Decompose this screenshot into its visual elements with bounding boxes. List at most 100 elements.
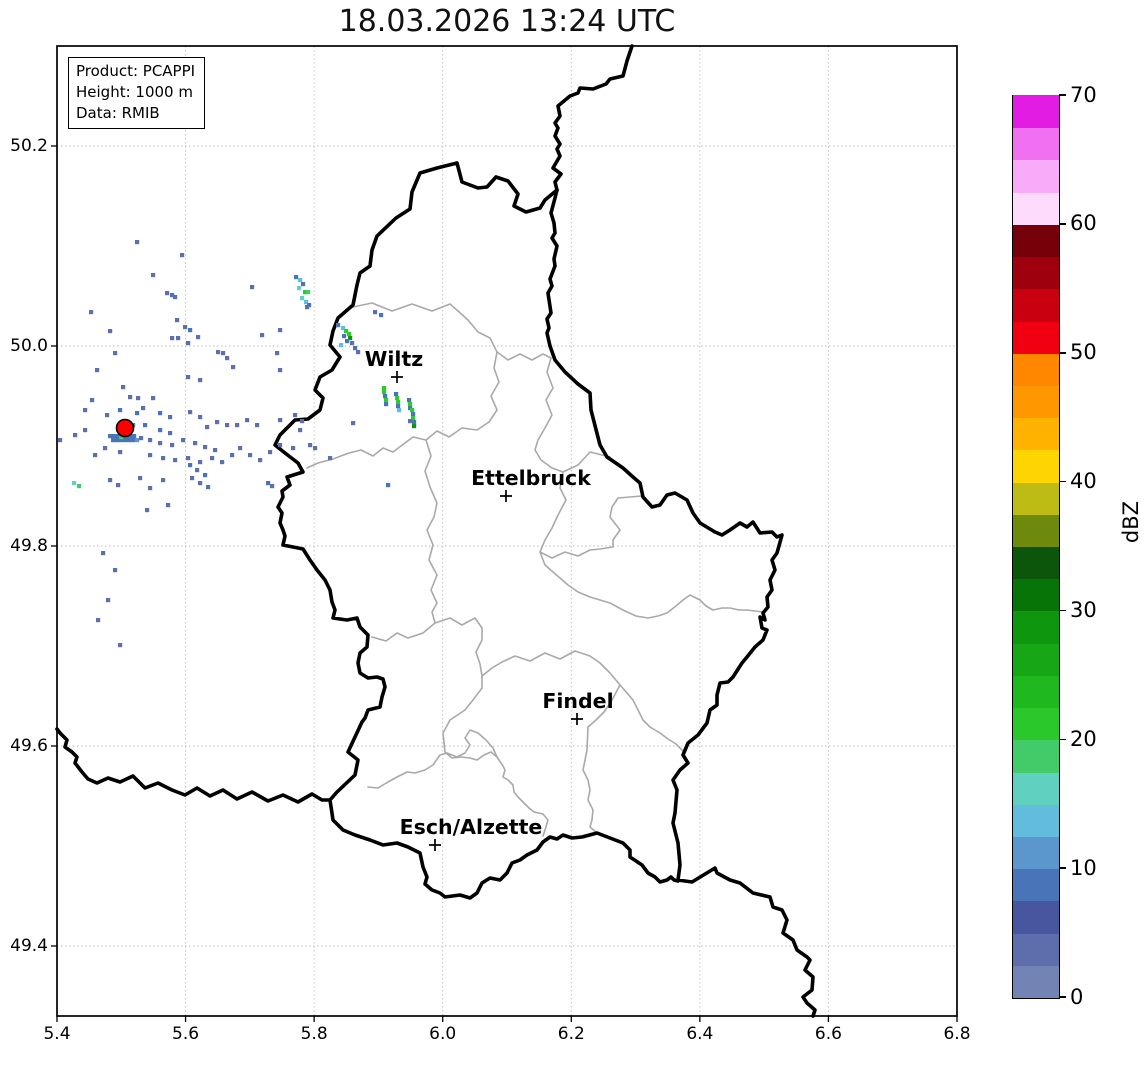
radar-echo-pixel [188, 463, 193, 468]
radar-echo-pixel [198, 378, 203, 383]
district-border [371, 439, 438, 642]
radar-echo-pixel [221, 351, 226, 356]
radar-echo-pixel [136, 396, 141, 401]
colorbar-band [1013, 385, 1059, 419]
x-tick-label: 5.8 [300, 1024, 328, 1044]
radar-echo-pixel [394, 392, 399, 397]
colorbar-band [1013, 707, 1059, 741]
radar-echo-pixel [108, 329, 113, 334]
radar-echo-pixel [186, 375, 191, 380]
radar-echo-pixel [168, 415, 173, 420]
radar-echo-pixel [115, 438, 120, 443]
radar-echo-pixel [382, 390, 387, 395]
colorbar-band [1013, 610, 1059, 644]
radar-echo-pixel [397, 408, 402, 413]
radar-echo-pixel [379, 313, 384, 318]
radar-echo-pixel [275, 351, 280, 356]
radar-echo-pixel [108, 434, 113, 439]
radar-echo-pixel [116, 483, 121, 488]
radar-echo-pixel [83, 428, 88, 433]
radar-echo-pixel [118, 408, 123, 413]
radar-echo-pixel [216, 350, 221, 355]
radar-echo-pixel [143, 423, 148, 428]
x-tick-label: 6.8 [943, 1024, 971, 1044]
data-source-line: Data: RMIB [76, 104, 160, 122]
colorbar-band [1013, 836, 1059, 870]
radar-echo-pixel [298, 428, 303, 433]
radar-echo-pixel [183, 325, 188, 330]
radar-echo-pixel [95, 368, 100, 373]
radar-echo-pixel [175, 318, 180, 323]
radar-echo-pixel [291, 446, 296, 451]
radar-echo-pixel [188, 328, 193, 333]
y-tick-label: 49.8 [10, 536, 48, 556]
city-cross-marker [500, 490, 512, 502]
radar-echo-pixel [225, 356, 230, 361]
radar-echo-pixel [384, 402, 389, 407]
country-border [55, 727, 332, 804]
district-border [442, 687, 549, 837]
radar-echo-pixel [148, 453, 153, 458]
radar-echo-pixel [206, 485, 211, 490]
colorbar-band [1013, 675, 1059, 709]
radar-echo-pixel [165, 291, 170, 296]
colorbar-tick-label: 20 [1070, 726, 1097, 751]
colorbar-tick-label: 50 [1070, 340, 1097, 365]
radar-echo-pixel [158, 411, 163, 416]
colorbar-band [1013, 320, 1059, 354]
radar-echo-pixel [297, 286, 302, 291]
radar-echo-pixel [190, 476, 195, 481]
radar-echo-pixel [198, 460, 203, 465]
radar-echo-pixel [151, 273, 156, 278]
colorbar-band [1013, 965, 1059, 998]
colorbar-tick-label: 10 [1070, 855, 1097, 880]
colorbar-band [1013, 932, 1059, 966]
radar-echo-pixel [83, 408, 88, 413]
colorbar-band [1013, 643, 1059, 676]
radar-echo-pixel [356, 350, 361, 355]
district-border [619, 684, 684, 752]
y-tick-label: 50.2 [10, 136, 48, 156]
radar-echo-pixel [395, 396, 400, 401]
city-label: Wiltz [365, 347, 423, 371]
radar-echo-pixel [151, 396, 156, 401]
city-label: Ettelbruck [471, 466, 592, 490]
radar-echo-pixel [383, 394, 388, 399]
city-cross-marker [571, 713, 583, 725]
y-tick-label: 49.6 [10, 736, 48, 756]
radar-echo-pixel [145, 508, 150, 513]
radar-echo-pixel [408, 419, 413, 424]
radar-echo-pixel [408, 402, 413, 407]
radar-echo-pixel [135, 411, 140, 416]
colorbar-tick-mark [1059, 480, 1066, 483]
radar-echo-pixel [196, 335, 201, 340]
x-tick-label: 5.4 [43, 1024, 71, 1044]
radar-echo-pixel [248, 453, 253, 458]
radar-echo-pixel [128, 395, 133, 400]
radar-echo-pixel [305, 305, 310, 310]
colorbar-band [1013, 868, 1059, 902]
x-tick-label: 6.0 [429, 1024, 457, 1044]
radar-echo-pixel [105, 413, 110, 418]
radar-echo-pixel [166, 503, 171, 508]
plot-title: 18.03.2026 13:24 UTC [338, 4, 676, 39]
radar-echo-pixel [384, 398, 389, 403]
radar-echo-pixel [386, 483, 391, 488]
radar-echo-pixel [58, 438, 63, 443]
radar-echo-pixel [351, 421, 356, 426]
map-plot: Wiltz Ettelbruck Findel Esch/Alzette [51, 44, 958, 1022]
radar-echo-pixel [123, 438, 128, 443]
radar-echo-pixel [396, 404, 401, 409]
radar-echo-pixel [186, 456, 191, 461]
radar-echo-pixel [345, 339, 350, 344]
radar-echoes [58, 240, 417, 648]
colorbar-tick-label: 40 [1070, 469, 1097, 494]
radar-echo-pixel [210, 456, 215, 461]
radar-echo-pixel [230, 453, 235, 458]
colorbar-tick-mark [1059, 867, 1066, 869]
colorbar-band [1013, 192, 1059, 225]
colorbar-tick-label: 60 [1070, 211, 1097, 236]
radar-echo-pixel [293, 413, 298, 418]
radar-echo-pixel [301, 282, 306, 287]
radar-echo-pixel [245, 418, 250, 423]
